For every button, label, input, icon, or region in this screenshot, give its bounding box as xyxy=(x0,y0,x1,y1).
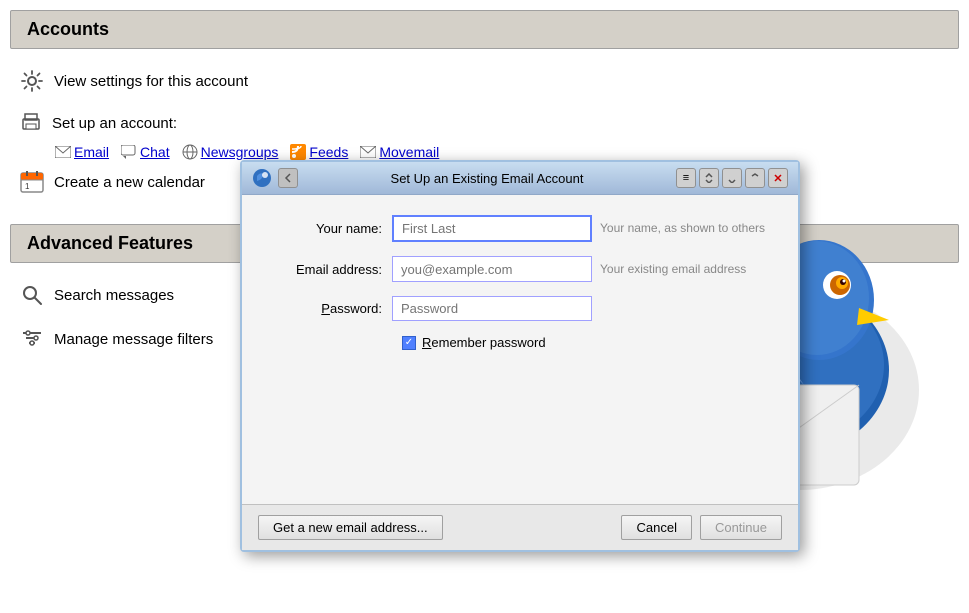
view-settings-label: View settings for this account xyxy=(54,73,248,90)
password-label: Password: xyxy=(272,301,392,316)
name-field-row: Your name: Your name, as shown to others xyxy=(272,215,768,242)
dialog-collapse-button[interactable] xyxy=(699,168,719,188)
name-input-group: Your name, as shown to others xyxy=(392,215,768,242)
email-input[interactable] xyxy=(392,256,592,282)
chat-type-label: Chat xyxy=(140,144,170,160)
movemail-type-link[interactable]: Movemail xyxy=(360,144,439,160)
continue-button[interactable]: Continue xyxy=(700,515,782,540)
newsgroups-small-icon xyxy=(182,144,198,160)
printer-icon xyxy=(20,111,42,136)
setup-account-row: Set up an account: xyxy=(0,103,969,144)
name-input[interactable] xyxy=(392,215,592,242)
remember-password-label: Remember password xyxy=(422,335,546,350)
accounts-title: Accounts xyxy=(27,19,109,39)
search-icon xyxy=(20,283,44,307)
email-input-group: Your existing email address xyxy=(392,256,768,282)
dialog-expand-up-button[interactable] xyxy=(745,168,765,188)
movemail-type-label: Movemail xyxy=(379,144,439,160)
view-settings-item[interactable]: View settings for this account xyxy=(0,59,969,103)
email-setup-dialog: Set Up an Existing Email Account ≡ ✕ xyxy=(240,160,800,552)
advanced-features-title: Advanced Features xyxy=(27,233,193,253)
remember-password-checkbox[interactable] xyxy=(402,336,416,350)
email-type-label: Email xyxy=(74,144,109,160)
password-field-row: Password: xyxy=(272,296,768,321)
create-calendar-label: Create a new calendar xyxy=(54,174,205,191)
movemail-small-icon xyxy=(360,144,376,160)
chat-small-icon xyxy=(121,144,137,160)
newsgroups-type-link[interactable]: Newsgroups xyxy=(182,144,279,160)
dialog-back-button[interactable] xyxy=(278,168,298,188)
search-messages-label: Search messages xyxy=(54,287,174,304)
dialog-title: Set Up an Existing Email Account xyxy=(304,171,670,186)
calendar-icon: 1 xyxy=(20,170,44,194)
cancel-button[interactable]: Cancel xyxy=(621,515,691,540)
dialog-body: Your name: Your name, as shown to others… xyxy=(242,195,798,504)
feeds-type-link[interactable]: Feeds xyxy=(290,144,348,160)
manage-filters-label: Manage message filters xyxy=(54,331,213,348)
dialog-app-icon xyxy=(252,168,272,188)
feeds-small-icon xyxy=(290,144,306,160)
accounts-header: Accounts xyxy=(10,10,959,49)
email-small-icon xyxy=(55,144,71,160)
password-input-group xyxy=(392,296,768,321)
account-types-row: Email Chat Newsgroups xyxy=(0,144,969,160)
chat-type-link[interactable]: Chat xyxy=(121,144,170,160)
dialog-close-button[interactable]: ✕ xyxy=(768,168,788,188)
dialog-window-controls: ≡ ✕ xyxy=(676,168,788,188)
gear-icon xyxy=(20,69,44,93)
filters-icon xyxy=(20,327,44,351)
email-type-link[interactable]: Email xyxy=(55,144,109,160)
dialog-menu-button[interactable]: ≡ xyxy=(676,168,696,188)
password-input[interactable] xyxy=(392,296,592,321)
setup-account-label: Set up an account: xyxy=(52,115,177,132)
svg-text:1: 1 xyxy=(25,182,30,191)
email-label: Email address: xyxy=(272,262,392,277)
name-label: Your name: xyxy=(272,221,392,236)
footer-left: Get a new email address... xyxy=(258,515,443,540)
remember-password-row: Remember password xyxy=(272,335,768,350)
dialog-titlebar: Set Up an Existing Email Account ≡ ✕ xyxy=(242,162,798,195)
email-hint: Your existing email address xyxy=(600,256,746,282)
dialog-footer: Get a new email address... Cancel Contin… xyxy=(242,504,798,550)
footer-right: Cancel Continue xyxy=(621,515,782,540)
feeds-type-label: Feeds xyxy=(309,144,348,160)
email-field-row: Email address: Your existing email addre… xyxy=(272,256,768,282)
get-new-email-button[interactable]: Get a new email address... xyxy=(258,515,443,540)
newsgroups-type-label: Newsgroups xyxy=(201,144,279,160)
name-hint: Your name, as shown to others xyxy=(600,215,765,242)
dialog-expand-down-button[interactable] xyxy=(722,168,742,188)
dialog-spacer xyxy=(272,364,768,484)
